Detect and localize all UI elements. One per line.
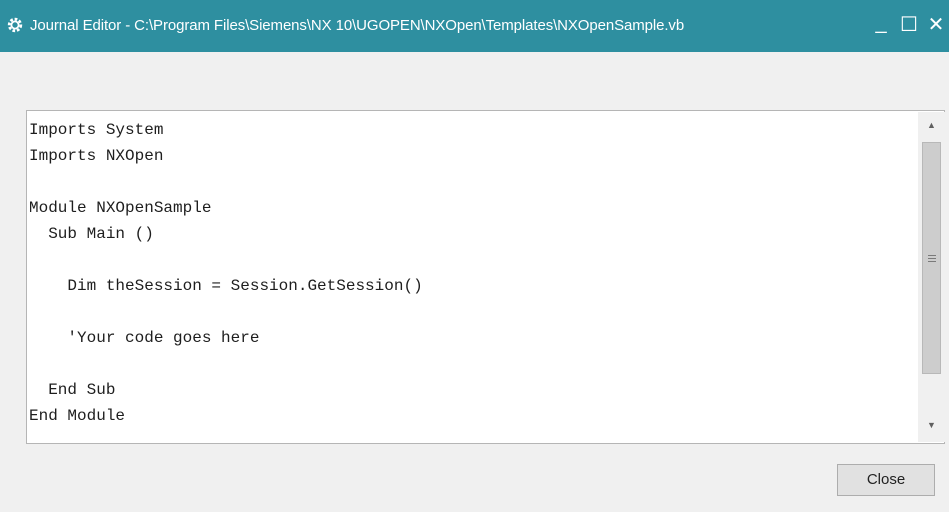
maximize-button[interactable]: ☐ [896, 12, 922, 38]
vertical-scrollbar[interactable]: ▲ ▼ [918, 112, 945, 442]
title-bar[interactable]: Journal Editor - C:\Program Files\Siemen… [0, 0, 949, 52]
code-text[interactable]: Imports System Imports NXOpen Module NXO… [29, 117, 423, 429]
gear-icon [7, 17, 23, 33]
grip-icon [928, 255, 936, 264]
scroll-down-arrow-icon[interactable]: ▼ [927, 420, 936, 430]
close-window-button[interactable]: ✕ [923, 12, 949, 38]
toolbar: ? [0, 52, 949, 146]
scroll-up-arrow-icon[interactable]: ▲ [927, 120, 936, 130]
scrollbar-thumb[interactable] [922, 142, 941, 374]
minimize-button[interactable]: _ [868, 12, 894, 38]
code-editor[interactable]: Imports System Imports NXOpen Module NXO… [26, 110, 945, 444]
window-title: Journal Editor - C:\Program Files\Siemen… [30, 17, 685, 34]
close-button[interactable]: Close [837, 464, 935, 496]
journal-editor-window: Journal Editor - C:\Program Files\Siemen… [0, 0, 949, 512]
